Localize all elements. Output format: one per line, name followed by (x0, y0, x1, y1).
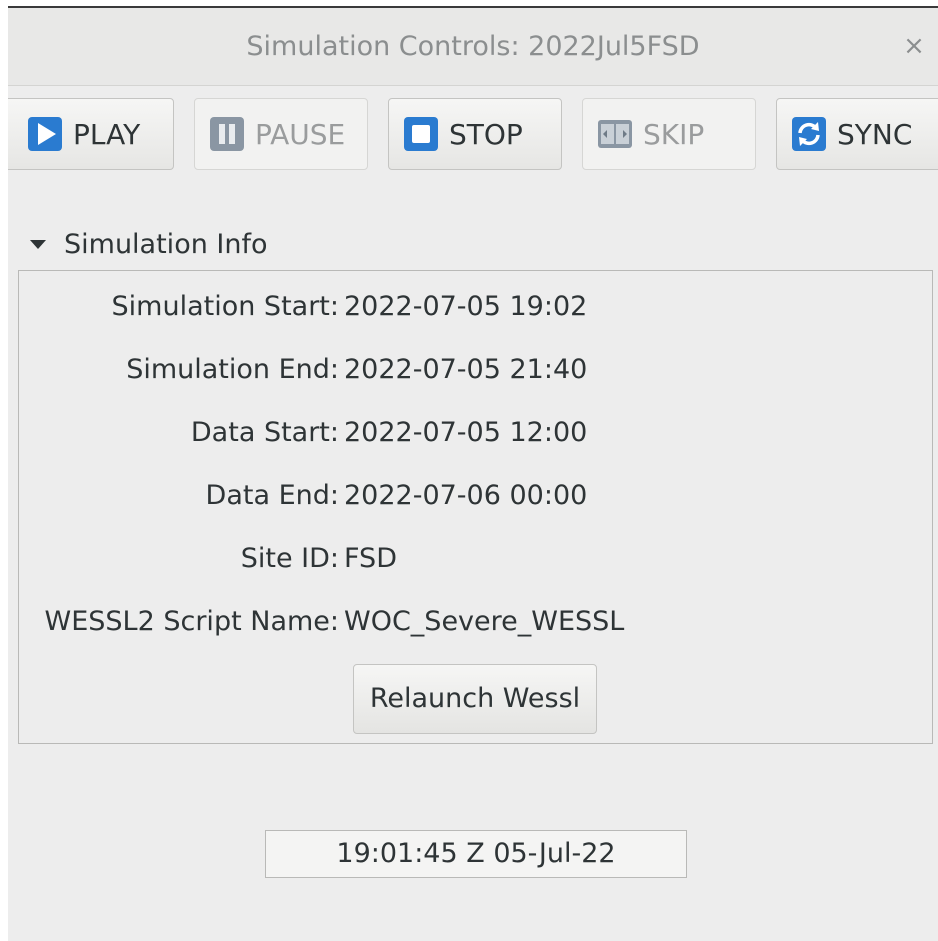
info-label: Simulation Start: (111, 291, 339, 322)
skip-button[interactable]: SKIP (582, 98, 756, 170)
info-value: FSD (344, 543, 397, 574)
expander-arrow-icon (30, 239, 46, 249)
info-row-site-id: Site ID: FSD (19, 539, 932, 579)
pause-button[interactable]: PAUSE (194, 98, 368, 170)
info-value: 2022-07-05 21:40 (344, 354, 588, 385)
play-icon (27, 116, 63, 152)
info-row-simulation-start: Simulation Start: 2022-07-05 19:02 (19, 287, 932, 327)
title-bar[interactable]: Simulation Controls: 2022Jul5FSD × (8, 8, 938, 86)
window-top-edge (8, 0, 938, 8)
simulation-info-title: Simulation Info (64, 228, 268, 260)
info-label: Data Start: (190, 417, 339, 448)
info-label: Simulation End: (126, 354, 339, 385)
play-button[interactable]: PLAY (8, 98, 174, 170)
info-row-wessl2-script-name: WESSL2 Script Name: WOC_Severe_WESSL (19, 602, 932, 642)
info-value: 2022-07-06 00:00 (344, 480, 588, 511)
simulation-clock-display: 19:01:45 Z 05-Jul-22 (265, 830, 687, 878)
sync-icon (791, 116, 827, 152)
simulation-info-panel: Simulation Start: 2022-07-05 19:02 Simul… (18, 270, 933, 744)
info-label: Data End: (205, 480, 339, 511)
close-button[interactable]: × (898, 30, 930, 62)
pause-label: PAUSE (255, 117, 346, 151)
info-row-data-end: Data End: 2022-07-06 00:00 (19, 476, 932, 516)
playback-toolbar: PLAY PAUSE STOP SKIP SYNC (8, 86, 938, 186)
skip-icon (597, 116, 633, 152)
info-value: WOC_Severe_WESSL (344, 606, 625, 637)
info-label: Site ID: (240, 543, 339, 574)
simulation-info-expander[interactable]: Simulation Info (30, 226, 268, 262)
info-value: 2022-07-05 12:00 (344, 417, 588, 448)
info-value: 2022-07-05 19:02 (344, 291, 588, 322)
sync-label: SYNC (837, 117, 913, 151)
pause-icon (209, 116, 245, 152)
relaunch-wessl-button[interactable]: Relaunch Wessl (353, 664, 597, 734)
info-row-simulation-end: Simulation End: 2022-07-05 21:40 (19, 350, 932, 390)
info-label: WESSL2 Script Name: (44, 606, 339, 637)
play-label: PLAY (73, 117, 141, 151)
skip-label: SKIP (643, 117, 705, 151)
window-title: Simulation Controls: 2022Jul5FSD (246, 31, 700, 62)
stop-button[interactable]: STOP (388, 98, 562, 170)
stop-label: STOP (449, 117, 523, 151)
simulation-controls-window: Simulation Controls: 2022Jul5FSD × PLAY … (8, 0, 938, 941)
sync-button[interactable]: SYNC (776, 98, 938, 170)
info-row-data-start: Data Start: 2022-07-05 12:00 (19, 413, 932, 453)
stop-icon (403, 116, 439, 152)
